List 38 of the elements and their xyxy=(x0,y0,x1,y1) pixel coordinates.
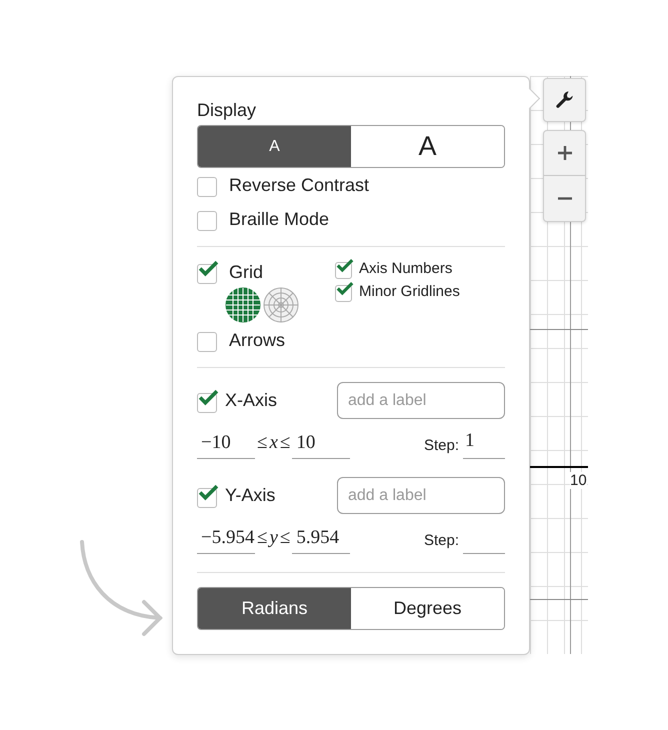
min-field[interactable]: −5.954 xyxy=(197,527,255,554)
checkbox[interactable] xyxy=(197,484,219,508)
checkbox-label: Axis Numbers xyxy=(359,260,452,277)
axis-variable: x xyxy=(269,432,278,455)
angle-unit-button[interactable]: Radians xyxy=(198,588,351,629)
minus-icon xyxy=(556,197,572,200)
checkbox[interactable] xyxy=(335,281,354,302)
checkbox-label: Grid xyxy=(229,262,264,282)
checkbox-label: X-Axis xyxy=(225,390,278,411)
checkbox[interactable] xyxy=(197,260,219,284)
wrench-icon xyxy=(554,90,574,110)
axis-label-field[interactable]: add a label xyxy=(337,477,505,514)
relation-symbol: ≤ xyxy=(278,432,292,455)
settings-button[interactable] xyxy=(543,78,586,122)
checkbox[interactable] xyxy=(197,388,219,412)
square-grid-icon[interactable] xyxy=(225,287,261,323)
min-field[interactable]: −10 xyxy=(197,432,255,459)
relation-symbol: ≤ xyxy=(278,527,292,550)
section-title: Display xyxy=(197,99,258,121)
step-label: Step: xyxy=(424,437,460,456)
checkbox-label: Y-Axis xyxy=(225,485,276,506)
text-size-button[interactable]: A xyxy=(198,126,351,167)
max-field[interactable]: 10 xyxy=(292,432,350,459)
checkbox-label: Reverse Contrast xyxy=(229,174,370,196)
plus-icon xyxy=(556,145,572,161)
relation-symbol: ≤ xyxy=(256,527,268,550)
checkbox-label: Braille Mode xyxy=(229,208,330,230)
axis-variable: y xyxy=(269,527,278,550)
checkbox[interactable] xyxy=(335,258,354,279)
relation-symbol: ≤ xyxy=(256,432,268,455)
step-field[interactable]: 1 xyxy=(463,430,505,459)
zoom-in-button[interactable] xyxy=(543,130,586,176)
max-field[interactable]: 5.954 xyxy=(292,527,350,554)
axis-label-field[interactable]: add a label xyxy=(337,382,505,419)
checkbox-label: Minor Gridlines xyxy=(359,283,460,300)
axis-number: 10 xyxy=(570,472,587,489)
step-label: Step: xyxy=(424,532,460,551)
checkbox-label: Arrows xyxy=(229,330,286,350)
